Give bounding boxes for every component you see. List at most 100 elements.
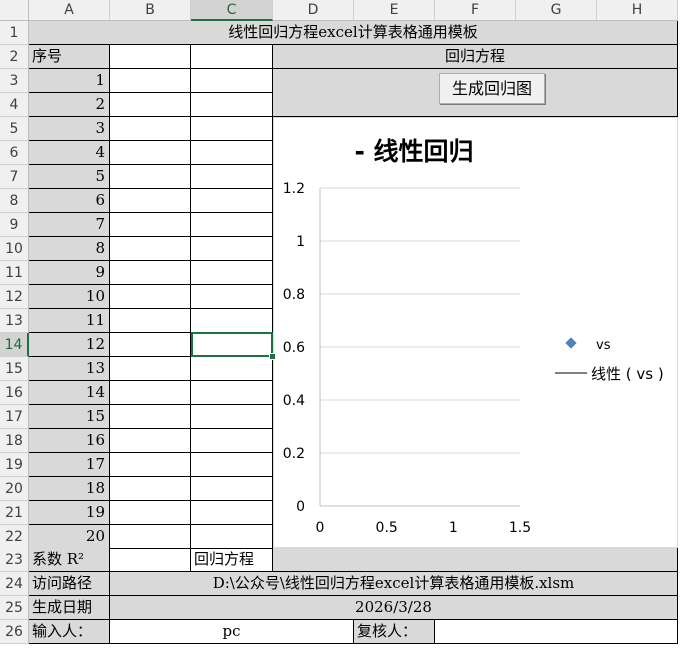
index-cell[interactable]: 16 [29, 429, 110, 453]
index-cell[interactable]: 7 [29, 213, 110, 237]
y-value-cell[interactable] [191, 453, 273, 477]
row-header-8[interactable]: 8 [0, 189, 29, 213]
row-header-6[interactable]: 6 [0, 141, 29, 165]
row-header-25[interactable]: 25 [0, 596, 29, 620]
x-value-cell[interactable] [110, 237, 191, 261]
col-header-f[interactable]: F [435, 0, 516, 21]
y-value-cell[interactable] [191, 285, 273, 309]
row-header-10[interactable]: 10 [0, 237, 29, 261]
index-cell[interactable]: 14 [29, 381, 110, 405]
index-cell[interactable]: 1 [29, 69, 110, 93]
x-value-cell[interactable] [110, 261, 191, 285]
y-value-cell[interactable] [191, 261, 273, 285]
y-value-cell[interactable] [191, 381, 273, 405]
row-header-26[interactable]: 26 [0, 620, 29, 644]
x-value-cell[interactable] [110, 93, 191, 117]
row-header-11[interactable]: 11 [0, 261, 29, 285]
x-value-cell[interactable] [110, 429, 191, 453]
row-header-14[interactable]: 14 [0, 333, 29, 357]
row-header-21[interactable]: 21 [0, 501, 29, 525]
x-value-cell[interactable] [110, 213, 191, 237]
regression-chart[interactable]: - 线性回归 0 0.2 0.4 0.6 0.8 1 1.2 0 0.5 1 1.5 vs 线性 (… [273, 117, 678, 548]
regression-label[interactable]: 回归方程 [191, 548, 273, 572]
col-header-d[interactable]: D [273, 0, 354, 21]
index-cell[interactable]: 8 [29, 237, 110, 261]
index-cell[interactable]: 20 [29, 525, 110, 549]
index-cell[interactable]: 13 [29, 357, 110, 381]
y-value-cell[interactable] [191, 117, 273, 141]
x-value-cell[interactable] [110, 333, 191, 357]
x-value-cell[interactable] [110, 405, 191, 429]
path-value[interactable]: D:\公众号\线性回归方程excel计算表格通用模板.xlsm [110, 572, 678, 596]
formula-header[interactable]: 回归方程 [273, 45, 678, 69]
y-value-cell[interactable] [191, 357, 273, 381]
col-header-g[interactable]: G [516, 0, 597, 21]
sheet-title[interactable]: 线性回归方程excel计算表格通用模板 [29, 21, 678, 45]
date-label[interactable]: 生成日期 [29, 596, 110, 620]
row-header-1[interactable]: 1 [0, 21, 29, 45]
row-header-3[interactable]: 3 [0, 69, 29, 93]
y-value-cell[interactable] [191, 477, 273, 501]
y-value-cell[interactable] [191, 165, 273, 189]
row-header-23[interactable]: 23 [0, 548, 29, 572]
row-header-2[interactable]: 2 [0, 45, 29, 69]
row-header-15[interactable]: 15 [0, 357, 29, 381]
input-value[interactable]: pc [110, 620, 354, 644]
row-header-12[interactable]: 12 [0, 285, 29, 309]
row-header-7[interactable]: 7 [0, 165, 29, 189]
y-value-cell[interactable] [191, 93, 273, 117]
index-cell[interactable]: 12 [29, 333, 110, 357]
date-value[interactable]: 2026/3/28 [110, 596, 678, 620]
index-cell[interactable]: 15 [29, 405, 110, 429]
index-cell[interactable]: 6 [29, 189, 110, 213]
index-cell[interactable]: 3 [29, 117, 110, 141]
y-value-cell[interactable] [191, 501, 273, 525]
reviewer-label[interactable]: 复核人： [354, 620, 435, 644]
index-cell[interactable]: 9 [29, 261, 110, 285]
index-cell[interactable]: 2 [29, 93, 110, 117]
row-header-22[interactable]: 22 [0, 525, 29, 549]
x-value-cell[interactable] [110, 141, 191, 165]
x-value-cell[interactable] [110, 357, 191, 381]
path-label[interactable]: 访问路径 [29, 572, 110, 596]
row-header-13[interactable]: 13 [0, 309, 29, 333]
select-all-corner[interactable] [0, 0, 29, 21]
col-header-h[interactable]: H [597, 0, 678, 21]
row-header-4[interactable]: 4 [0, 93, 29, 117]
row-header-19[interactable]: 19 [0, 453, 29, 477]
y-value-cell[interactable] [191, 405, 273, 429]
regression-value[interactable] [273, 548, 678, 572]
y-value-cell[interactable] [191, 213, 273, 237]
reviewer-value[interactable] [435, 620, 678, 644]
x-value-cell[interactable] [110, 165, 191, 189]
row-header-9[interactable]: 9 [0, 213, 29, 237]
cell-c2[interactable] [191, 45, 273, 69]
row-header-5[interactable]: 5 [0, 117, 29, 141]
index-cell[interactable]: 4 [29, 141, 110, 165]
x-value-cell[interactable] [110, 501, 191, 525]
index-cell[interactable]: 18 [29, 477, 110, 501]
row-header-18[interactable]: 18 [0, 429, 29, 453]
y-value-cell[interactable] [191, 141, 273, 165]
x-value-cell[interactable] [110, 525, 191, 549]
y-value-cell[interactable] [191, 237, 273, 261]
row-header-17[interactable]: 17 [0, 405, 29, 429]
cell-b2[interactable] [110, 45, 191, 69]
index-cell[interactable]: 10 [29, 285, 110, 309]
y-value-cell[interactable] [191, 429, 273, 453]
x-value-cell[interactable] [110, 117, 191, 141]
y-value-cell[interactable] [191, 69, 273, 93]
row-header-24[interactable]: 24 [0, 572, 29, 596]
input-label[interactable]: 输入人： [29, 620, 110, 644]
index-cell[interactable]: 11 [29, 309, 110, 333]
x-value-cell[interactable] [110, 309, 191, 333]
x-value-cell[interactable] [110, 477, 191, 501]
coef-value[interactable] [110, 548, 191, 572]
row-header-20[interactable]: 20 [0, 477, 29, 501]
x-value-cell[interactable] [110, 285, 191, 309]
y-value-cell[interactable] [191, 309, 273, 333]
col-header-a[interactable]: A [29, 0, 110, 21]
col-header-b[interactable]: B [110, 0, 191, 21]
y-value-cell[interactable] [191, 525, 273, 549]
fill-handle[interactable] [269, 353, 276, 360]
